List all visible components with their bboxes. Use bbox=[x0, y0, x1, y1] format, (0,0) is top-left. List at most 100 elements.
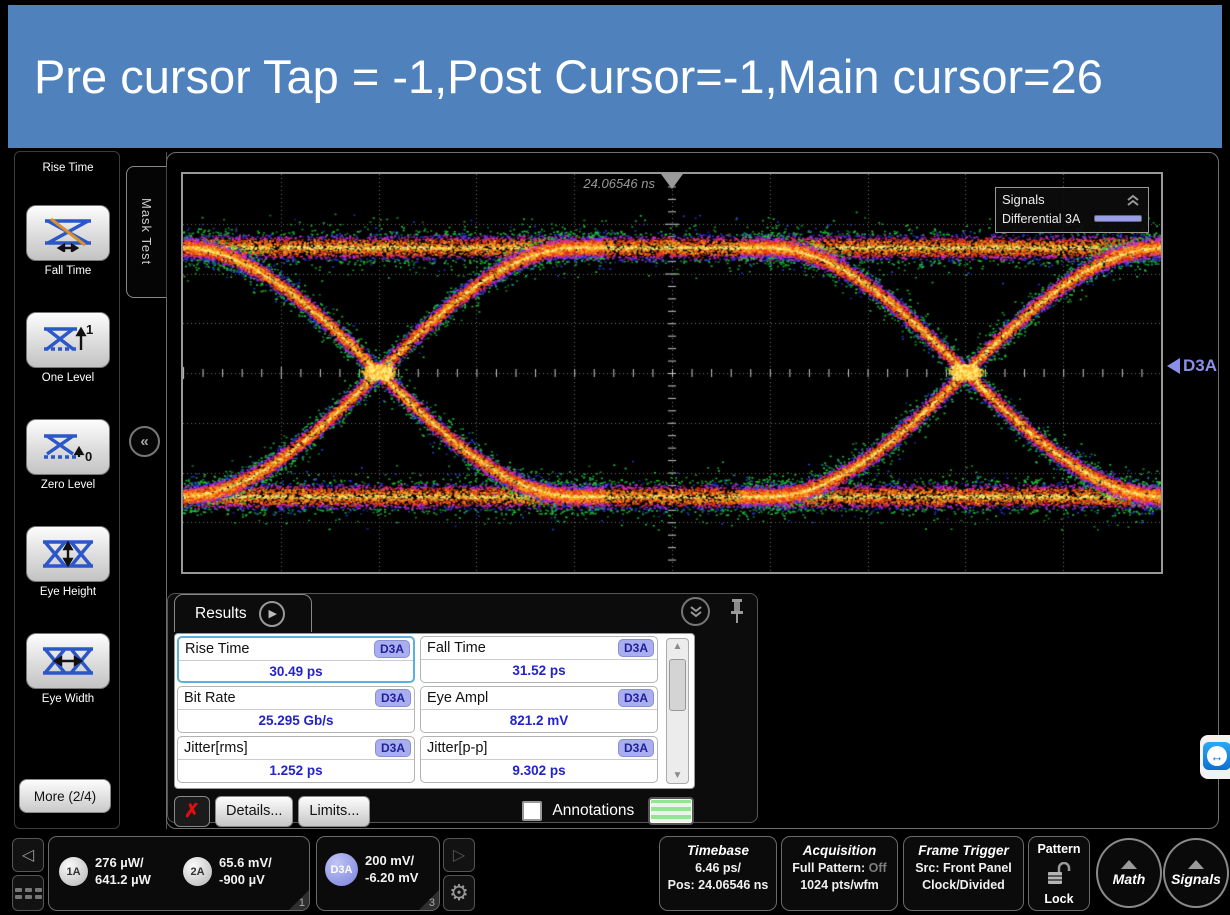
channel-2a-status[interactable]: 2A 65.6 mV/ -900 µV bbox=[183, 855, 272, 889]
channel-status-panel-1[interactable]: 1A 276 µW/ 641.2 µW 2A 65.6 mV/ -900 µV … bbox=[48, 836, 310, 911]
measurement-value: 30.49 ps bbox=[179, 661, 413, 683]
channel-d3a-status[interactable]: D3A 200 mV/ -6.20 mV bbox=[325, 853, 418, 887]
delete-measurement-button[interactable]: ✗ bbox=[174, 796, 210, 827]
triangle-right-icon: ▷ bbox=[453, 845, 465, 865]
annotation-style-button[interactable] bbox=[648, 797, 694, 825]
results-tab-label: Results bbox=[195, 605, 247, 623]
acquisition-title: Acquisition bbox=[782, 843, 897, 858]
sidebar-item-rise-time[interactable]: Rise Time bbox=[15, 158, 121, 174]
sidebar-item-eye-height[interactable]: Eye Height bbox=[15, 526, 121, 598]
channel-offset: -900 µV bbox=[219, 872, 265, 887]
results-controls: ✗ Details... Limits... Annotations bbox=[174, 795, 752, 827]
sidebar-item-label: Rise Time bbox=[15, 162, 121, 174]
lock-open-icon bbox=[1046, 862, 1072, 886]
math-label: Math bbox=[1113, 871, 1146, 887]
full-pattern-state: Off bbox=[869, 861, 887, 875]
slide-banner: Pre cursor Tap = -1,Post Cursor=-1,Main … bbox=[8, 5, 1222, 148]
channel-level-marker[interactable]: D3A bbox=[1167, 356, 1217, 376]
acquisition-points: 1024 pts/wfm bbox=[782, 878, 897, 892]
results-scrollbar[interactable]: ▲ ▼ bbox=[666, 638, 689, 784]
more-measurements-button[interactable]: More (2/4) bbox=[19, 779, 111, 813]
source-badge: D3A bbox=[618, 739, 654, 757]
eye-height-button[interactable] bbox=[26, 526, 110, 582]
channel-scale: 200 mV/ bbox=[365, 853, 414, 868]
chevron-up-double-icon[interactable] bbox=[1124, 193, 1142, 207]
remote-access-flyout[interactable]: ↔ bbox=[1200, 735, 1230, 779]
measurement-sidebar: Rise Time Fall Time 1 One Level 0 Zero L… bbox=[14, 151, 120, 829]
measurement-cell-eye-ampl[interactable]: Eye Ampl D3A 821.2 mV bbox=[420, 686, 658, 733]
annotations-checkbox[interactable] bbox=[522, 801, 542, 821]
legend-title: Signals bbox=[1002, 192, 1045, 207]
channel-grid-button[interactable] bbox=[12, 875, 44, 911]
one-level-button[interactable]: 1 bbox=[26, 312, 110, 368]
scroll-up-icon[interactable]: ▲ bbox=[667, 641, 688, 652]
measurement-cell-rise-time[interactable]: Rise Time D3A 30.49 ps bbox=[177, 636, 415, 683]
oscilloscope-screen: Pre cursor Tap = -1,Post Cursor=-1,Main … bbox=[0, 0, 1230, 915]
scroll-channels-right-button[interactable]: ▷ bbox=[443, 838, 475, 872]
frame-trigger-source: Src: Front Panel bbox=[904, 861, 1023, 875]
eye-diagram-canvas[interactable] bbox=[183, 174, 1161, 572]
scroll-down-icon[interactable]: ▼ bbox=[667, 770, 688, 781]
teamviewer-icon[interactable]: ↔ bbox=[1203, 742, 1230, 770]
channel-scale: 65.6 mV/ bbox=[219, 855, 272, 870]
double-arrow-icon: ↔ bbox=[1207, 746, 1227, 766]
signals-label: Signals bbox=[1171, 871, 1221, 887]
tab-results[interactable]: Results ▶ bbox=[174, 594, 312, 632]
one-level-icon: 1 bbox=[39, 321, 97, 359]
eye-diagram-plot[interactable]: 24.06546 ns Signals Differential 3A bbox=[181, 172, 1163, 574]
timebase-marker-icon[interactable] bbox=[661, 174, 683, 189]
channel-d3a-icon[interactable]: D3A bbox=[325, 853, 358, 886]
scrollbar-thumb[interactable] bbox=[669, 659, 686, 711]
source-badge: D3A bbox=[618, 639, 654, 657]
settings-button[interactable]: ⚙ bbox=[443, 875, 475, 911]
measurement-name: Jitter[p-p] bbox=[427, 740, 487, 756]
measurement-name: Eye Ampl bbox=[427, 690, 488, 706]
limits-button[interactable]: Limits... bbox=[298, 796, 370, 827]
channel-offset: -6.20 mV bbox=[365, 870, 418, 885]
tab-mask-test[interactable]: Mask Test bbox=[126, 166, 167, 298]
math-menu-button[interactable]: Math bbox=[1096, 838, 1162, 908]
measurement-cell-jitter-rms[interactable]: Jitter[rms] D3A 1.252 ps bbox=[177, 736, 415, 783]
scroll-channels-left-button[interactable]: ◁ bbox=[12, 838, 44, 872]
sidebar-item-zero-level[interactable]: 0 Zero Level bbox=[15, 419, 121, 491]
sidebar-item-eye-width[interactable]: Eye Width bbox=[15, 633, 121, 705]
triangle-up-icon bbox=[1121, 860, 1137, 869]
sidebar-item-label: Eye Width bbox=[15, 693, 121, 705]
channel-1a-status[interactable]: 1A 276 µW/ 641.2 µW bbox=[59, 855, 151, 889]
measurement-cell-fall-time[interactable]: Fall Time D3A 31.52 ps bbox=[420, 636, 658, 683]
timebase-panel[interactable]: Timebase 6.46 ps/ Pos: 24.06546 ns bbox=[659, 836, 777, 911]
measurement-cell-jitter-pp[interactable]: Jitter[p-p] D3A 9.302 ps bbox=[420, 736, 658, 783]
channel-status-panel-2[interactable]: D3A 200 mV/ -6.20 mV 3 bbox=[316, 836, 440, 911]
fall-time-icon bbox=[39, 214, 97, 252]
pattern-lock-top-label: Pattern bbox=[1037, 842, 1080, 856]
results-collapse-button[interactable] bbox=[681, 597, 710, 626]
eye-width-icon bbox=[39, 642, 97, 680]
zero-level-button[interactable]: 0 bbox=[26, 419, 110, 475]
measurement-value: 1.252 ps bbox=[178, 760, 414, 782]
sidebar-item-fall-time[interactable]: Fall Time bbox=[15, 205, 121, 277]
frame-trigger-mode: Clock/Divided bbox=[904, 878, 1023, 892]
channel-2a-icon[interactable]: 2A bbox=[183, 857, 212, 886]
measurement-value: 25.295 Gb/s bbox=[178, 710, 414, 732]
signals-legend[interactable]: Signals Differential 3A bbox=[995, 187, 1149, 233]
timebase-scale: 6.46 ps/ bbox=[660, 861, 776, 875]
pattern-lock-button[interactable]: Pattern Lock bbox=[1028, 836, 1090, 911]
fall-time-button[interactable] bbox=[26, 205, 110, 261]
eye-width-button[interactable] bbox=[26, 633, 110, 689]
run-measurements-button[interactable]: ▶ bbox=[259, 601, 285, 627]
pin-icon[interactable] bbox=[729, 598, 745, 624]
measurement-cell-bit-rate[interactable]: Bit Rate D3A 25.295 Gb/s bbox=[177, 686, 415, 733]
close-icon: ✗ bbox=[184, 800, 200, 823]
eye-height-icon bbox=[39, 535, 97, 573]
sidebar-item-one-level[interactable]: 1 One Level bbox=[15, 312, 121, 384]
acquisition-panel[interactable]: Acquisition Full Pattern: Off 1024 pts/w… bbox=[781, 836, 898, 911]
mask-test-label: Mask Test bbox=[139, 198, 154, 265]
sidebar-collapse-button[interactable]: « bbox=[129, 426, 160, 457]
frame-trigger-panel[interactable]: Frame Trigger Src: Front Panel Clock/Div… bbox=[903, 836, 1024, 911]
details-button[interactable]: Details... bbox=[215, 796, 293, 827]
measurement-value: 31.52 ps bbox=[421, 660, 657, 682]
signals-menu-button[interactable]: Signals bbox=[1163, 838, 1229, 908]
waveform-display-area: 24.06546 ns Signals Differential 3A D3A bbox=[166, 152, 1219, 829]
channel-1a-icon[interactable]: 1A bbox=[59, 857, 88, 886]
series-color-swatch bbox=[1094, 215, 1142, 222]
